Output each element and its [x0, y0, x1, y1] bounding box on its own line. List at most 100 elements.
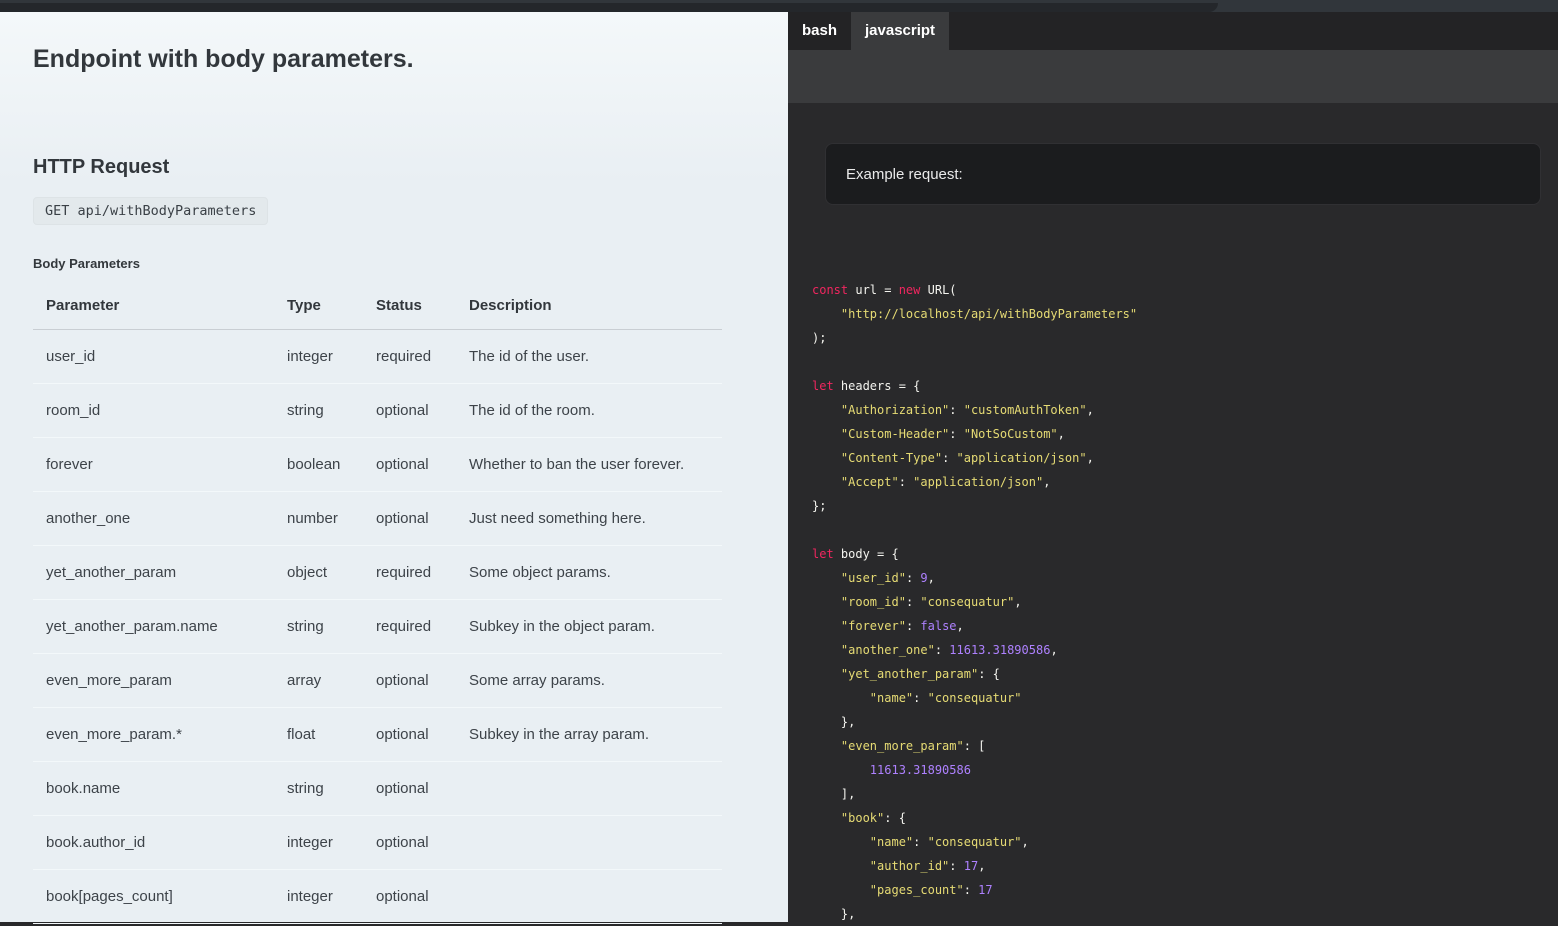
code-token-pl: , — [1043, 475, 1050, 489]
code-token-pl: : — [906, 571, 920, 585]
code-token-pl: headers = { — [834, 379, 921, 393]
table-row: foreverbooleanoptionalWhether to ban the… — [33, 438, 722, 492]
code-token-str: "name" — [870, 835, 913, 849]
cell-description: Subkey in the object param. — [456, 600, 722, 654]
table-row: another_onenumberoptionalJust need somet… — [33, 492, 722, 546]
cell-parameter: user_id — [33, 330, 274, 384]
code-token-str: "another_one" — [841, 643, 935, 657]
code-token-pl: : { — [978, 667, 1000, 681]
code-token-pl: body = { — [834, 547, 899, 561]
code-token-pl: URL( — [920, 283, 956, 297]
code-token-num: 17 — [978, 883, 992, 897]
code-token-str: "consequatur" — [928, 691, 1022, 705]
example-request-code: const url = new URL( "http://localhost/a… — [788, 278, 1558, 926]
code-token-pl: : — [899, 475, 913, 489]
code-token-str: "pages_count" — [870, 883, 964, 897]
code-token-pl: ); — [812, 331, 826, 345]
code-token-pl — [812, 835, 870, 849]
example-request-panel: Example request: — [825, 143, 1541, 205]
code-token-num: 17 — [964, 859, 978, 873]
cell-status: optional — [363, 384, 456, 438]
cell-type: string — [274, 762, 363, 816]
cell-description — [456, 816, 722, 870]
cell-type: boolean — [274, 438, 363, 492]
tab-javascript[interactable]: javascript — [851, 12, 949, 50]
code-token-pl: }, — [812, 715, 855, 729]
body-parameters-rows: user_idintegerrequiredThe id of the user… — [33, 330, 722, 924]
cell-status: optional — [363, 708, 456, 762]
docs-content-panel: Endpoint with body parameters. HTTP Requ… — [0, 12, 788, 922]
table-row: even_more_param.*floatoptionalSubkey in … — [33, 708, 722, 762]
code-token-str: "NotSoCustom" — [964, 427, 1058, 441]
code-token-pl: , — [1087, 403, 1094, 417]
language-tabbar: bashjavascript — [788, 12, 1558, 50]
table-row: book.author_idintegeroptional — [33, 816, 722, 870]
code-token-num: 11613.31890586 — [870, 763, 971, 777]
cell-description: Some array params. — [456, 654, 722, 708]
code-token-pl: , — [957, 619, 964, 633]
code-token-str: "book" — [841, 811, 884, 825]
cell-parameter: book.name — [33, 762, 274, 816]
code-token-pl: : { — [884, 811, 906, 825]
browser-chrome-strip — [0, 0, 1558, 12]
column-header-status: Status — [363, 285, 456, 330]
column-header-type: Type — [274, 285, 363, 330]
code-token-pl — [812, 403, 841, 417]
code-token-pl — [812, 619, 841, 633]
code-token-pl: : — [964, 883, 978, 897]
cell-status: optional — [363, 762, 456, 816]
code-token-str: "user_id" — [841, 571, 906, 585]
cell-parameter: yet_another_param.name — [33, 600, 274, 654]
code-token-pl: : — [935, 643, 949, 657]
cell-type: integer — [274, 870, 363, 924]
code-token-pl: : — [949, 859, 963, 873]
code-token-pl: }, — [812, 907, 855, 921]
cell-status: optional — [363, 870, 456, 924]
cell-status: required — [363, 330, 456, 384]
cell-parameter: even_more_param.* — [33, 708, 274, 762]
code-token-str: "application/json" — [957, 451, 1087, 465]
code-token-str: "forever" — [841, 619, 906, 633]
cell-status: optional — [363, 816, 456, 870]
column-header-parameter: Parameter — [33, 285, 274, 330]
cell-parameter: even_more_param — [33, 654, 274, 708]
cell-type: string — [274, 384, 363, 438]
code-token-pl: : — [942, 451, 956, 465]
code-token-str: "Authorization" — [841, 403, 949, 417]
code-token-str: "http://localhost/api/withBodyParameters… — [841, 307, 1137, 321]
code-token-pl: : — [906, 595, 920, 609]
code-token-str: "even_more_param" — [841, 739, 964, 753]
code-token-pl — [812, 475, 841, 489]
code-token-pl — [812, 451, 841, 465]
cell-description: Just need something here. — [456, 492, 722, 546]
cell-type: string — [274, 600, 363, 654]
table-row: book[pages_count]integeroptional — [33, 870, 722, 924]
code-token-pl: : — [913, 835, 927, 849]
code-token-pl — [812, 859, 870, 873]
code-token-pl: , — [1022, 835, 1029, 849]
code-token-pl — [812, 643, 841, 657]
code-token-pl — [812, 763, 870, 777]
table-row: book.namestringoptional — [33, 762, 722, 816]
code-token-str: "application/json" — [913, 475, 1043, 489]
http-request-heading: HTTP Request — [33, 156, 755, 179]
code-token-pl — [812, 571, 841, 585]
code-token-pl: : — [906, 619, 920, 633]
cell-description — [456, 870, 722, 924]
cell-parameter: forever — [33, 438, 274, 492]
code-token-str: "customAuthToken" — [964, 403, 1087, 417]
code-token-pl: , — [978, 859, 985, 873]
code-token-kw: let — [812, 379, 834, 393]
code-token-pl: , — [928, 571, 935, 585]
code-token-pl: : — [949, 403, 963, 417]
cell-description: The id of the room. — [456, 384, 722, 438]
code-token-str: "consequatur" — [928, 835, 1022, 849]
cell-type: array — [274, 654, 363, 708]
code-token-kw: let — [812, 547, 834, 561]
cell-status: required — [363, 600, 456, 654]
code-token-str: "consequatur" — [920, 595, 1014, 609]
body-parameters-table: Parameter Type Status Description user_i… — [33, 285, 722, 924]
code-token-pl — [812, 811, 841, 825]
table-row: yet_another_param.namestringrequiredSubk… — [33, 600, 722, 654]
tab-bash[interactable]: bash — [788, 12, 851, 50]
